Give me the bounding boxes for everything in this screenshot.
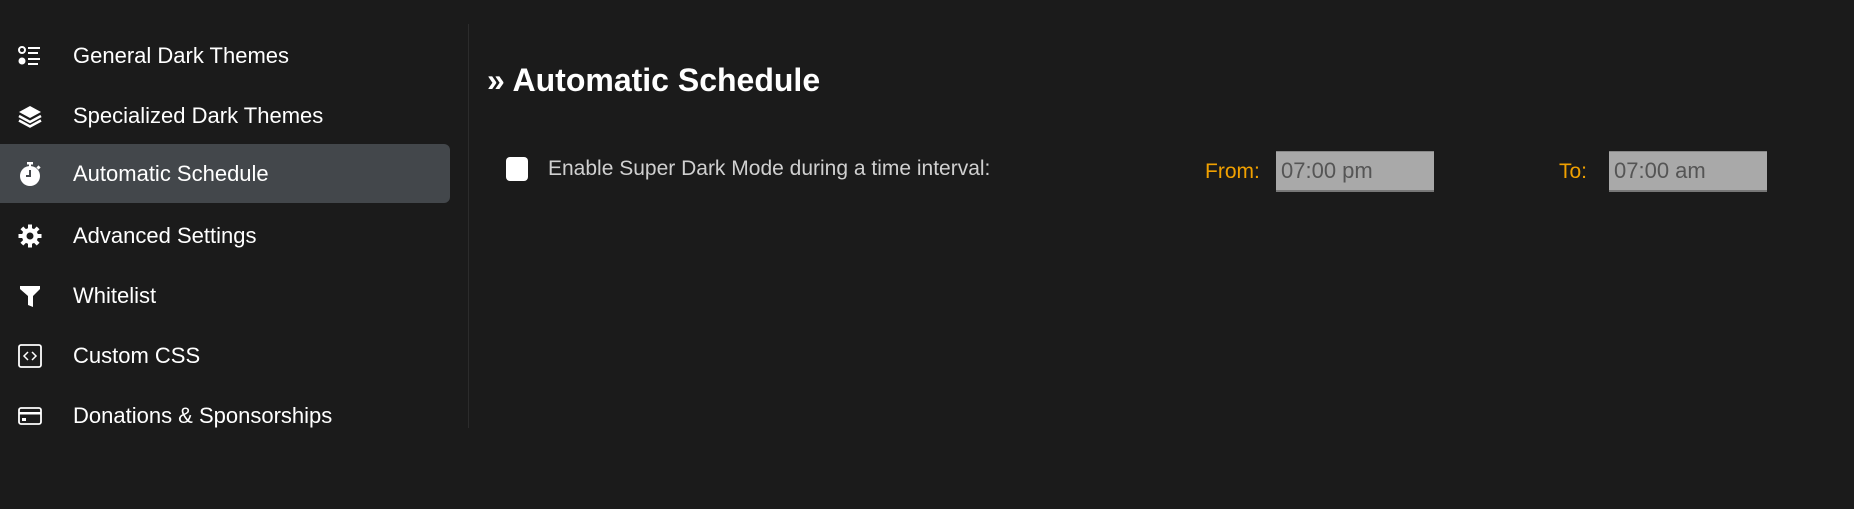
sidebar-item-label: Whitelist	[73, 282, 157, 308]
sidebar-item-custom-css[interactable]: Custom CSS	[0, 326, 450, 385]
sidebar-item-automatic-schedule[interactable]: Automatic Schedule	[0, 144, 450, 203]
enable-schedule-checkbox[interactable]	[506, 157, 528, 181]
sidebar-item-label: Custom CSS	[73, 342, 201, 368]
sidebar-item-label: Donations & Sponsorships	[73, 402, 333, 428]
sidebar-item-donations[interactable]: Donations & Sponsorships	[0, 386, 450, 445]
sidebar-item-general-dark-themes[interactable]: General Dark Themes	[0, 26, 450, 85]
sidebar-item-label: Automatic Schedule	[73, 160, 269, 186]
from-label: From:	[1205, 160, 1260, 183]
sidebar-item-label: General Dark Themes	[73, 42, 290, 68]
gear-icon	[17, 223, 43, 249]
sidebar-divider	[468, 24, 469, 428]
list-icon	[17, 43, 43, 69]
sidebar-item-specialized-dark-themes[interactable]: Specialized Dark Themes	[0, 86, 450, 145]
from-time-input[interactable]	[1276, 151, 1434, 192]
code-icon	[17, 343, 43, 369]
sidebar-item-advanced-settings[interactable]: Advanced Settings	[0, 206, 450, 265]
stopwatch-icon	[17, 161, 43, 187]
to-time-input[interactable]	[1609, 151, 1767, 192]
sidebar-item-label: Advanced Settings	[73, 222, 257, 248]
sidebar-item-label: Specialized Dark Themes	[73, 102, 324, 128]
credit-card-icon	[17, 403, 43, 429]
sidebar-item-whitelist[interactable]: Whitelist	[0, 266, 450, 325]
to-label: To:	[1559, 160, 1588, 183]
filter-icon	[17, 283, 43, 309]
layers-icon	[17, 103, 43, 129]
enable-schedule-label: Enable Super Dark Mode during a time int…	[548, 157, 991, 180]
page-title: » Automatic Schedule	[487, 62, 821, 98]
